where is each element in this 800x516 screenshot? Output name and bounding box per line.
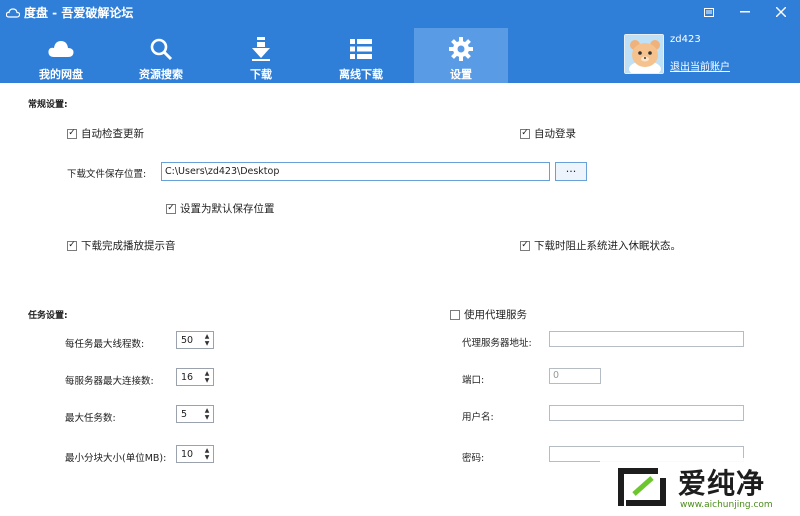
checkbox-label: 使用代理服务 xyxy=(464,309,527,321)
auto-update-checkbox[interactable]: ✓ 自动检查更新 xyxy=(67,126,144,141)
checkbox-label: 自动登录 xyxy=(534,128,576,140)
logout-link[interactable]: 退出当前账户 xyxy=(670,58,730,73)
browse-button[interactable]: ··· xyxy=(555,162,587,181)
arrow-down-icon[interactable]: ▼ xyxy=(205,414,210,421)
max-connections-label: 每服务器最大连接数: xyxy=(65,376,154,387)
save-path-label: 下载文件保存位置: xyxy=(67,169,147,180)
port-label: 端口: xyxy=(462,375,485,386)
watermark: 爱纯净 www.aichunjing.com xyxy=(600,458,800,516)
checkbox-label: 自动检查更新 xyxy=(81,128,144,140)
nav-label: 离线下载 xyxy=(339,68,383,81)
title-bar: 度盘 - 吾爱破解论坛 xyxy=(0,0,800,24)
list-icon xyxy=(348,36,374,62)
task-settings-title: 任务设置: xyxy=(28,311,68,321)
min-chunk-stepper[interactable]: 10 ▲ ▼ xyxy=(176,445,214,463)
stepper-arrows[interactable]: ▲ ▼ xyxy=(201,447,213,461)
arrow-up-icon[interactable]: ▲ xyxy=(205,370,210,377)
stepper-arrows[interactable]: ▲ ▼ xyxy=(201,333,213,347)
max-tasks-label: 最大任务数: xyxy=(65,413,116,424)
download-icon xyxy=(248,36,274,62)
nav-label: 设置 xyxy=(450,68,472,81)
max-threads-label: 每任务最大线程数: xyxy=(65,339,145,350)
checkbox-box: ✓ xyxy=(166,203,176,214)
arrow-up-icon[interactable]: ▲ xyxy=(205,407,210,414)
max-threads-stepper[interactable]: 50 ▲ ▼ xyxy=(176,331,214,349)
checkbox-box: ✓ xyxy=(67,240,77,251)
checkbox-box xyxy=(450,309,460,320)
checkbox-label: 设置为默认保存位置 xyxy=(180,203,275,215)
stepper-value: 16 xyxy=(181,371,194,383)
set-default-checkbox[interactable]: ✓ 设置为默认保存位置 xyxy=(166,201,275,216)
window-title: 度盘 - 吾爱破解论坛 xyxy=(24,6,134,20)
stepper-value: 5 xyxy=(181,408,188,420)
username-label: 用户名: xyxy=(462,412,494,423)
window-controls xyxy=(696,2,794,22)
watermark-url: www.aichunjing.com xyxy=(680,500,773,510)
nav-download[interactable]: 下载 xyxy=(214,28,308,83)
arrow-down-icon[interactable]: ▼ xyxy=(205,340,210,347)
cloud-logo-icon xyxy=(6,7,20,18)
stepper-arrows[interactable]: ▲ ▼ xyxy=(201,407,213,421)
nav-label: 下载 xyxy=(250,68,272,81)
watermark-name: 爱纯净 xyxy=(678,467,766,500)
username: zd423 xyxy=(670,34,701,45)
settings-menu-icon[interactable] xyxy=(696,2,722,22)
arrow-down-icon[interactable]: ▼ xyxy=(205,454,210,461)
minimize-icon[interactable] xyxy=(732,2,758,22)
checkbox-box: ✓ xyxy=(520,128,530,139)
checkbox-box: ✓ xyxy=(520,240,530,251)
nav-resource-search[interactable]: 资源搜索 xyxy=(114,28,208,83)
app-title: 度盘 - 吾爱破解论坛 xyxy=(6,4,133,21)
use-proxy-checkbox[interactable]: 使用代理服务 xyxy=(450,307,527,322)
arrow-down-icon[interactable]: ▼ xyxy=(205,377,210,384)
watermark-logo-icon xyxy=(618,468,666,506)
max-connections-stepper[interactable]: 16 ▲ ▼ xyxy=(176,368,214,386)
save-path-input[interactable] xyxy=(161,162,550,181)
arrow-up-icon[interactable]: ▲ xyxy=(205,333,210,340)
close-icon[interactable] xyxy=(768,2,794,22)
stepper-value: 10 xyxy=(181,448,194,460)
nav-my-disk[interactable]: 我的网盘 xyxy=(14,28,108,83)
proxy-server-label: 代理服务器地址: xyxy=(462,338,532,349)
password-label: 密码: xyxy=(462,453,485,464)
header-bar: 度盘 - 吾爱破解论坛 我的网盘 资源搜索 下载 离线下载 设置 zd423 退… xyxy=(0,0,800,83)
checkbox-label: 下载时阻止系统进入休眠状态。 xyxy=(534,240,681,252)
min-chunk-label: 最小分块大小(单位MB): xyxy=(65,453,167,464)
checkbox-label: 下载完成播放提示音 xyxy=(81,240,176,252)
nav-label: 我的网盘 xyxy=(39,68,83,81)
nav-settings[interactable]: 设置 xyxy=(414,28,508,83)
auto-login-checkbox[interactable]: ✓ 自动登录 xyxy=(520,126,576,141)
stepper-value: 50 xyxy=(181,334,194,346)
stepper-arrows[interactable]: ▲ ▼ xyxy=(201,370,213,384)
proxy-username-input[interactable] xyxy=(549,405,744,421)
arrow-up-icon[interactable]: ▲ xyxy=(205,447,210,454)
proxy-server-input[interactable] xyxy=(549,331,744,347)
nav-offline-download[interactable]: 离线下载 xyxy=(314,28,408,83)
play-sound-checkbox[interactable]: ✓ 下载完成播放提示音 xyxy=(67,238,176,253)
main-nav: 我的网盘 资源搜索 下载 离线下载 设置 xyxy=(0,28,514,83)
cloud-icon xyxy=(48,36,74,62)
prevent-sleep-checkbox[interactable]: ✓ 下载时阻止系统进入休眠状态。 xyxy=(520,238,681,253)
port-input[interactable]: 0 xyxy=(549,368,601,384)
gear-icon xyxy=(448,36,474,62)
search-icon xyxy=(148,36,174,62)
max-tasks-stepper[interactable]: 5 ▲ ▼ xyxy=(176,405,214,423)
nav-label: 资源搜索 xyxy=(139,68,183,81)
general-settings-title: 常规设置: xyxy=(28,100,68,110)
avatar[interactable] xyxy=(624,34,664,74)
checkbox-box: ✓ xyxy=(67,128,77,139)
